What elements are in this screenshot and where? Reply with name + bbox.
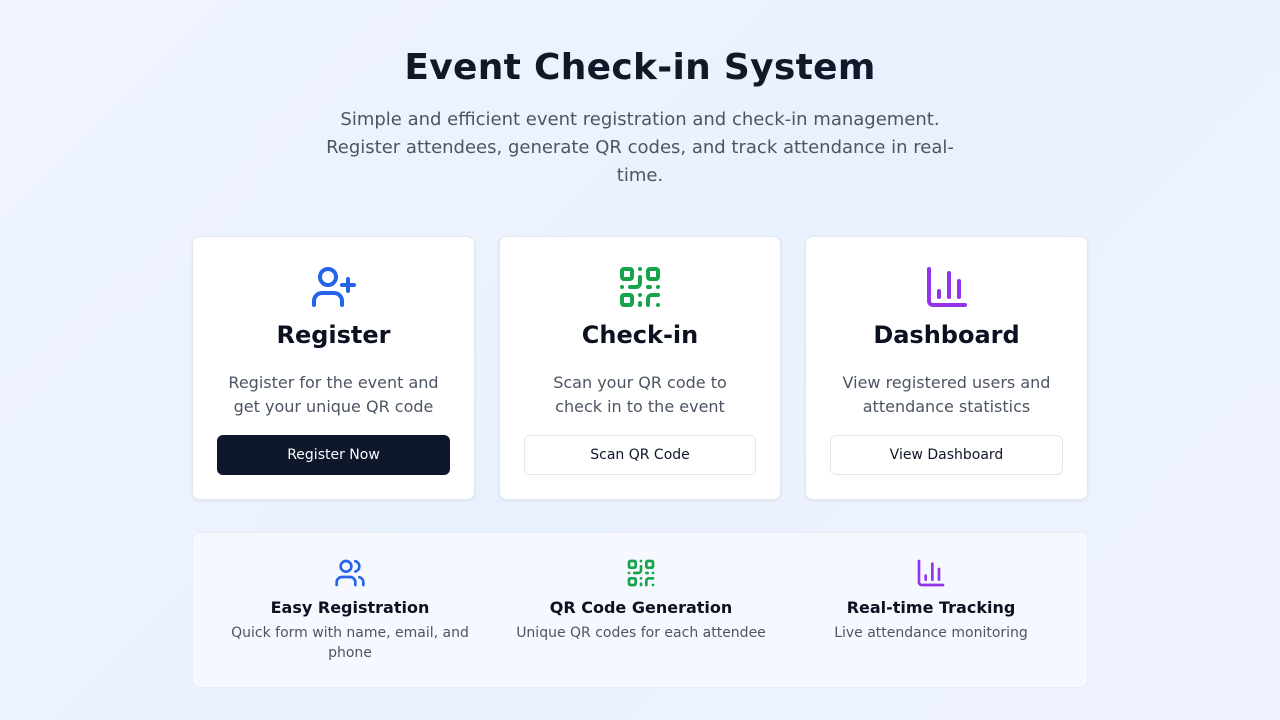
hero: Event Check-in System Simple and efficie… bbox=[0, 44, 1280, 190]
qr-code-icon bbox=[620, 267, 660, 308]
features-panel: Easy Registration Quick form with name, … bbox=[192, 532, 1088, 688]
feature-description: Quick form with name, email, and phone bbox=[231, 625, 469, 661]
view-dashboard-button[interactable]: View Dashboard bbox=[830, 435, 1063, 475]
qr-code-icon bbox=[627, 559, 655, 587]
page-subtitle: Simple and efficient event registration … bbox=[326, 109, 954, 186]
feature-description: Live attendance monitoring bbox=[834, 625, 1028, 641]
feature-real-time-tracking: Real-time Tracking Live attendance monit… bbox=[793, 557, 1069, 643]
check-in-card-title: Check-in bbox=[581, 321, 699, 349]
check-in-card: Check-in Scan your QR code to check in t… bbox=[499, 236, 781, 500]
dashboard-card: Dashboard View registered users and atte… bbox=[805, 236, 1088, 500]
feature-title: Easy Registration bbox=[270, 598, 430, 617]
users-icon bbox=[335, 559, 365, 587]
dashboard-card-title: Dashboard bbox=[873, 321, 1020, 349]
feature-title: Real-time Tracking bbox=[846, 598, 1016, 617]
register-now-button[interactable]: Register Now bbox=[217, 435, 450, 475]
scan-qr-code-button[interactable]: Scan QR Code bbox=[524, 435, 756, 475]
register-card-description: Register for the event and get your uniq… bbox=[228, 373, 439, 416]
user-plus-icon bbox=[311, 267, 356, 307]
register-card: Register Register for the event and get … bbox=[192, 236, 475, 500]
page-title: Event Check-in System bbox=[404, 47, 876, 88]
feature-description: Unique QR codes for each attendee bbox=[516, 625, 766, 641]
feature-easy-registration: Easy Registration Quick form with name, … bbox=[213, 557, 487, 663]
dashboard-card-description: View registered users and attendance sta… bbox=[842, 373, 1051, 416]
feature-title: QR Code Generation bbox=[549, 598, 733, 617]
check-in-card-description: Scan your QR code to check in to the eve… bbox=[553, 373, 727, 416]
action-cards: Register Register for the event and get … bbox=[192, 236, 1088, 500]
bar-chart-icon bbox=[926, 267, 967, 307]
register-card-title: Register bbox=[276, 321, 391, 349]
bar-chart-icon bbox=[917, 559, 945, 587]
feature-qr-code-generation: QR Code Generation Unique QR codes for e… bbox=[503, 557, 779, 643]
